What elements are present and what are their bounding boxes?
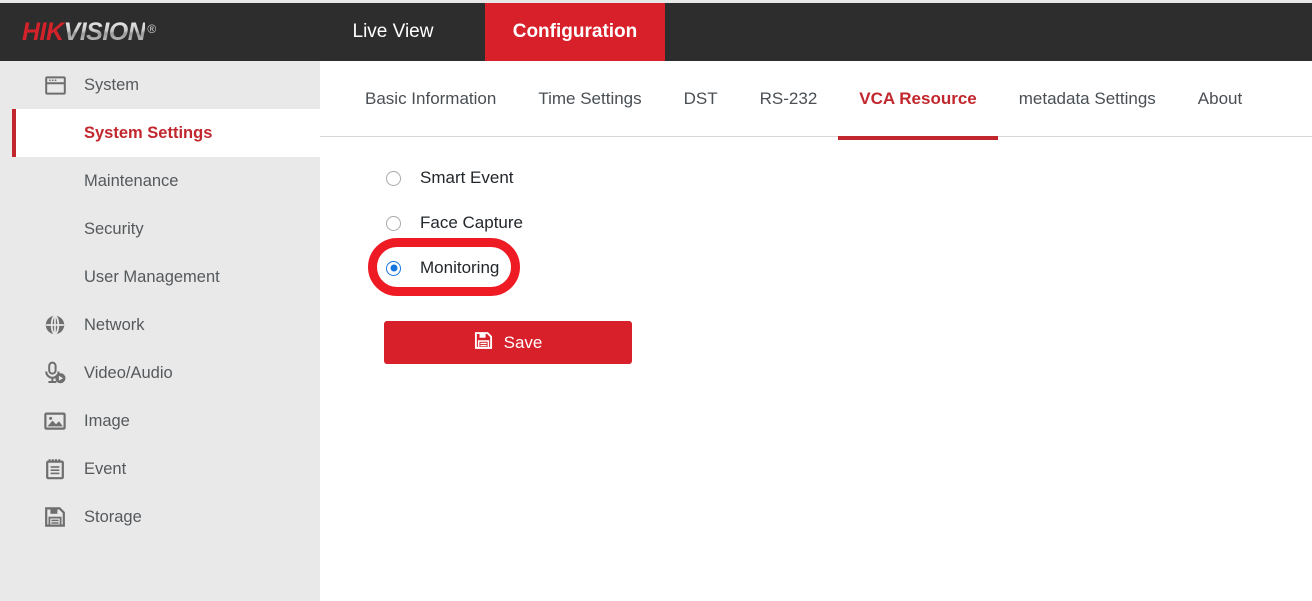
tab-vca-resource-label: VCA Resource — [859, 88, 977, 108]
registered-trademark-icon: ® — [147, 22, 156, 36]
tab-basic-information-label: Basic Information — [365, 88, 497, 108]
floppy-icon — [42, 504, 68, 530]
radio-option-face-capture[interactable]: Face Capture — [386, 209, 523, 237]
sidebar-item-maintenance-label: Maintenance — [84, 171, 179, 190]
sidebar-item-image[interactable]: Image — [0, 397, 320, 445]
sidebar: System System Settings Maintenance Secur… — [0, 61, 320, 601]
radio-face-capture-indicator[interactable] — [386, 215, 401, 231]
sidebar-item-video-audio-label: Video/Audio — [84, 363, 173, 382]
radio-option-face-capture-label: Face Capture — [420, 213, 523, 232]
sidebar-item-image-label: Image — [84, 411, 130, 430]
sidebar-item-maintenance[interactable]: Maintenance — [0, 157, 320, 205]
sidebar-item-system-settings[interactable]: System Settings — [12, 109, 320, 157]
globe-icon — [42, 312, 68, 338]
sidebar-item-security-label: Security — [84, 219, 144, 238]
sidebar-item-event[interactable]: Event — [0, 445, 320, 493]
tab-dst[interactable]: DST — [663, 61, 739, 136]
tab-dst-label: DST — [683, 88, 718, 108]
hikvision-config-page: HIKVISION ® Live View Configuration Syste… — [0, 0, 1312, 601]
tab-time-settings-label: Time Settings — [538, 88, 642, 108]
radio-option-smart-event-label: Smart Event — [420, 168, 514, 187]
sidebar-item-security[interactable]: Security — [0, 205, 320, 253]
sidebar-item-network-label: Network — [84, 315, 145, 334]
nav-tab-live-view-label: Live View — [352, 21, 434, 42]
nav-tab-live-view[interactable]: Live View — [320, 3, 466, 61]
save-button-container: Save — [320, 299, 1312, 364]
floppy-save-icon — [474, 331, 493, 355]
sidebar-item-system-settings-label: System Settings — [84, 123, 213, 142]
tab-metadata-settings[interactable]: metadata Settings — [998, 61, 1177, 136]
nav-tab-configuration-label: Configuration — [512, 21, 638, 42]
sidebar-item-system[interactable]: System — [0, 61, 320, 109]
radio-smart-event-indicator[interactable] — [386, 170, 401, 186]
sidebar-item-storage-label: Storage — [84, 507, 142, 526]
sidebar-item-user-management[interactable]: User Management — [0, 253, 320, 301]
notepad-icon — [42, 456, 68, 482]
nav-tab-configuration[interactable]: Configuration — [485, 3, 665, 61]
radio-option-smart-event[interactable]: Smart Event — [386, 164, 514, 192]
sidebar-item-video-audio[interactable]: Video/Audio — [0, 349, 320, 397]
tab-metadata-settings-label: metadata Settings — [1018, 88, 1156, 108]
microphone-icon — [42, 360, 68, 386]
radio-option-monitoring[interactable]: Monitoring — [386, 254, 499, 282]
save-button-label: Save — [503, 333, 543, 352]
sidebar-item-storage[interactable]: Storage — [0, 493, 320, 541]
logo-vision-text: VISION — [63, 18, 146, 46]
picture-icon — [42, 408, 68, 434]
hikvision-logo: HIKVISION ® — [22, 18, 156, 47]
tab-about-label: About — [1197, 88, 1243, 108]
app-header: HIKVISION ® Live View Configuration — [0, 3, 1312, 61]
sidebar-item-user-management-label: User Management — [84, 267, 220, 286]
sidebar-item-network[interactable]: Network — [0, 301, 320, 349]
tab-time-settings[interactable]: Time Settings — [517, 61, 662, 136]
sidebar-item-system-label: System — [84, 75, 140, 94]
tab-vca-resource[interactable]: VCA Resource — [838, 61, 999, 140]
save-button[interactable]: Save — [384, 321, 632, 364]
settings-tabbar: Basic Information Time Settings DST RS-2… — [320, 61, 1312, 140]
tab-rs-232[interactable]: RS-232 — [739, 61, 839, 136]
vca-resource-radio-group: Smart Event Face Capture Monitoring — [320, 137, 1312, 282]
sidebar-item-event-label: Event — [84, 459, 127, 478]
main-content: Basic Information Time Settings DST RS-2… — [320, 61, 1312, 601]
logo-hik-text: HIK — [22, 18, 64, 46]
window-icon — [42, 72, 68, 98]
tab-rs-232-label: RS-232 — [759, 88, 818, 108]
tab-about[interactable]: About — [1177, 61, 1263, 136]
radio-monitoring-indicator[interactable] — [386, 260, 401, 276]
radio-option-monitoring-label: Monitoring — [420, 258, 500, 277]
tab-basic-information[interactable]: Basic Information — [344, 61, 517, 136]
